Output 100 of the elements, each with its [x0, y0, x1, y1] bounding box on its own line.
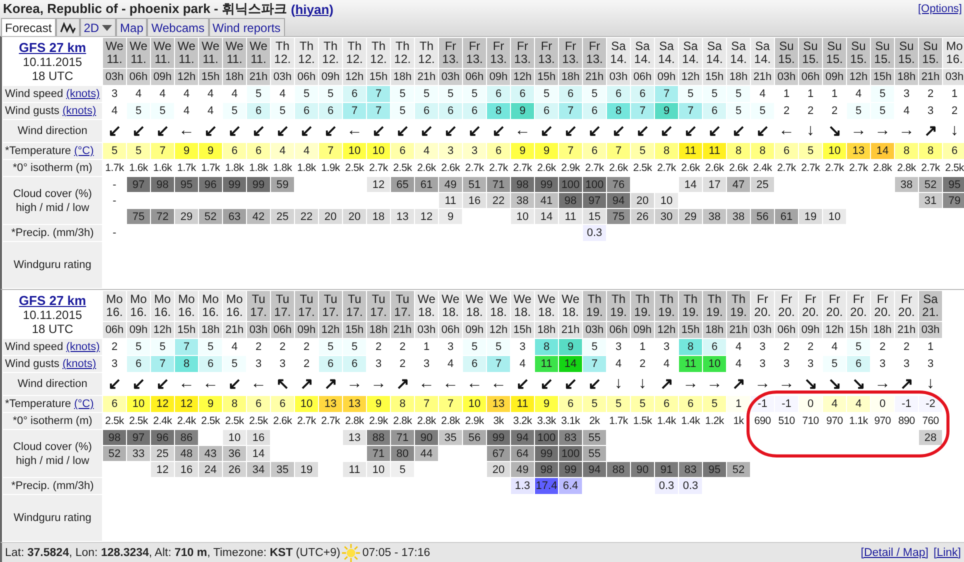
table-cell: 63: [222, 208, 246, 224]
tab[interactable]: Webcams: [147, 18, 209, 36]
table-cell: 71: [366, 446, 390, 462]
day-header-cell: Fr 20.: [846, 290, 870, 322]
footer-link[interactable]: [Link]: [934, 546, 961, 558]
hour-header-cell: 06h: [630, 68, 654, 86]
table-cell: 5: [846, 338, 870, 356]
table-cell: 8: [534, 338, 558, 356]
table-cell: -1: [894, 396, 918, 412]
tab[interactable]: Forecast: [1, 18, 56, 36]
table-cell: 71: [390, 430, 414, 446]
table-cell: 5: [438, 86, 462, 102]
hour-header-cell: 15h: [678, 322, 702, 338]
hour-header-cell: 21h: [918, 68, 942, 86]
view-dropdown[interactable]: 2D: [80, 18, 116, 36]
day-header-cell: Sa 14.: [630, 38, 654, 68]
day-header-cell: Fr 20.: [750, 290, 774, 322]
tab[interactable]: Map: [116, 18, 148, 36]
table-cell: 6: [678, 396, 702, 412]
graph-tab[interactable]: [56, 18, 80, 36]
row-sublabel: high / mid / low: [14, 454, 90, 468]
table-cell: 5: [582, 86, 606, 102]
hour-header-cell: 18h: [726, 68, 750, 86]
hour-header-cell: 03h: [606, 68, 630, 86]
hour-header-cell: 21h: [390, 322, 414, 338]
table-cell: 5: [630, 396, 654, 412]
table-cell: 8: [390, 396, 414, 412]
table-cell: 7: [678, 102, 702, 120]
unit-link[interactable]: (knots): [62, 358, 96, 370]
options-link[interactable]: [Options]: [918, 3, 962, 15]
table-cell: 6: [702, 338, 726, 356]
unit-link[interactable]: (knots): [66, 88, 100, 100]
user-link[interactable]: (hiyan): [290, 2, 334, 16]
table-cell: 35: [438, 430, 462, 446]
day-header-cell: Th 19.: [582, 290, 606, 322]
table-cell: 7: [150, 142, 174, 160]
table-cell: 15: [582, 208, 606, 224]
table-cell: 7: [366, 86, 390, 102]
model-link[interactable]: GFS 27 km: [18, 294, 86, 308]
table-cell: 100: [534, 430, 558, 446]
table-cell: 12: [150, 462, 174, 478]
table-cell: 1.3: [510, 478, 534, 494]
unit-link[interactable]: (knots): [66, 341, 100, 353]
table-cell: 96: [198, 176, 222, 192]
table-cell: 61: [774, 208, 798, 224]
table-cell: 7: [174, 338, 198, 356]
table-cell: 5: [870, 102, 894, 120]
day-header-cell: We 18.: [534, 290, 558, 322]
table-cell: 5: [126, 338, 150, 356]
model-link[interactable]: GFS 27 km: [18, 40, 86, 54]
table-cell: 3: [438, 142, 462, 160]
unit-link[interactable]: (°C): [74, 145, 94, 157]
table-cell: 99: [246, 176, 270, 192]
model-date: 10.11.2015: [22, 54, 82, 68]
hour-header-cell: 03h: [582, 322, 606, 338]
table-cell: 97: [126, 430, 150, 446]
day-header-cell: We 18.: [510, 290, 534, 322]
hour-header-cell: 15h: [534, 68, 558, 86]
table-cell: 7: [318, 142, 342, 160]
table-cell: 97: [126, 176, 150, 192]
row-sublabel: high / mid / low: [14, 200, 90, 214]
table-cell: 8: [894, 142, 918, 160]
table-cell: 0.3: [654, 478, 678, 494]
table-cell: 5: [390, 102, 414, 120]
unit-link[interactable]: (°C): [74, 398, 94, 410]
table-cell: 5: [126, 142, 150, 160]
tab[interactable]: Wind reports: [208, 18, 285, 36]
table-cell: 38: [726, 208, 750, 224]
table-cell: 86: [174, 430, 198, 446]
table-cell: 6: [438, 102, 462, 120]
table-cell: 6: [246, 102, 270, 120]
table-cell: 7: [342, 102, 366, 120]
day-header-cell: Fr 13.: [438, 38, 462, 68]
table-cell: 91: [654, 462, 678, 478]
table-cell: 5: [318, 338, 342, 356]
row-label: Cloud cover (%): [12, 186, 93, 200]
table-cell: 75: [606, 208, 630, 224]
hour-header-cell: 12h: [678, 68, 702, 86]
footer-link[interactable]: [Detail / Map]: [860, 546, 928, 558]
row-label: Windguru rating: [2, 494, 102, 542]
table-cell: 5: [822, 356, 846, 372]
day-header-cell: Mo 16.: [102, 290, 126, 322]
hour-header-cell: 06h: [294, 68, 318, 86]
table-cell: 11: [558, 208, 582, 224]
hour-header-cell: 06h: [462, 68, 486, 86]
table-cell: 61: [414, 176, 438, 192]
table-cell: 26: [222, 462, 246, 478]
hour-header-cell: 12h: [318, 322, 342, 338]
table-cell: 5: [726, 86, 750, 102]
unit-link[interactable]: (knots): [62, 105, 96, 117]
table-cell: 7: [438, 396, 462, 412]
day-header-cell: We 11.: [222, 38, 246, 68]
hour-header-cell: 03h: [918, 322, 942, 338]
table-cell: 25: [150, 446, 174, 462]
day-header-cell: Fr 20.: [822, 290, 846, 322]
table-cell: 48: [174, 446, 198, 462]
table-cell: 12: [150, 396, 174, 412]
day-header-cell: Tu 17.: [270, 290, 294, 322]
hour-header-cell: 18h: [870, 322, 894, 338]
location-title: Korea, Republic of - phoenix park - 휘닉스파크: [3, 0, 287, 18]
